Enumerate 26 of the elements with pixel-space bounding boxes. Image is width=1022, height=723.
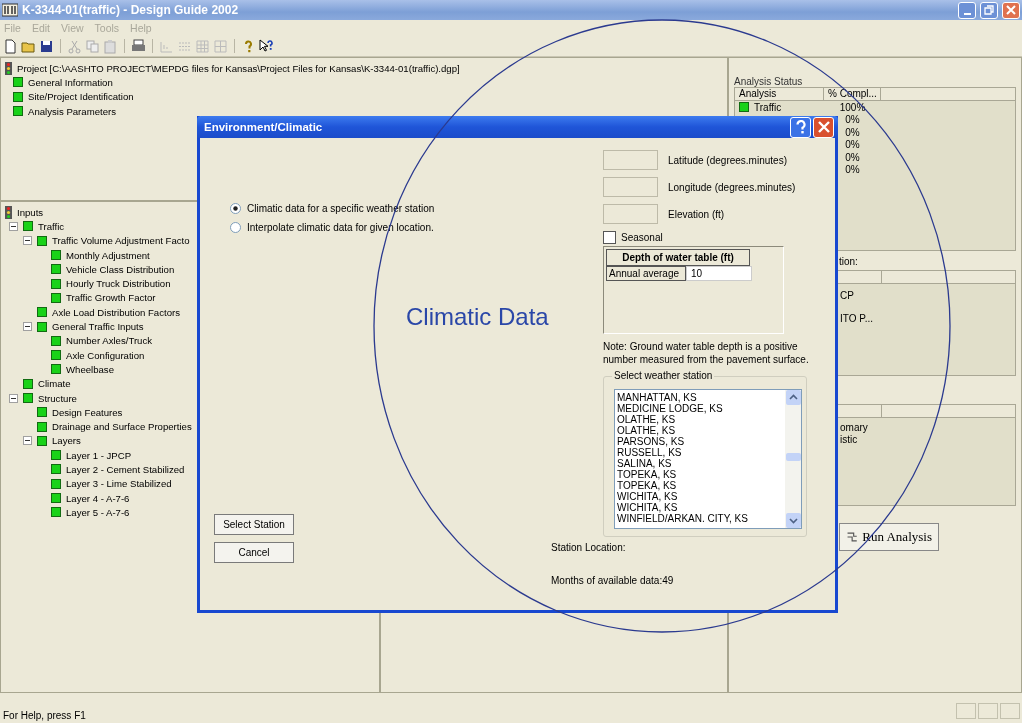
table-cell-text: istic	[839, 434, 859, 446]
field-label: Elevation (ft)	[668, 208, 725, 220]
table-cell-text: 0%	[844, 164, 861, 176]
station-location-label: Station Location:	[551, 542, 627, 553]
group-label: Select weather station	[612, 370, 715, 381]
dialog-title: Environment/Climatic	[204, 121, 324, 133]
table-cell-text: 0%	[844, 151, 861, 163]
field-label: Longitude (degrees.minutes)	[668, 181, 796, 193]
row-header: Annual average	[606, 266, 686, 281]
months-label: Months of available data:49	[551, 575, 674, 586]
table-cell-text: ITO P...	[839, 313, 874, 325]
table-cell-text: 0%	[844, 126, 861, 138]
field-label: Latitude (degrees.minutes)	[668, 154, 787, 166]
table-cell-text: 0%	[844, 114, 861, 126]
table-cell-text: 0%	[844, 139, 861, 151]
panel-label: tion:	[838, 256, 859, 268]
note-text: Note: Ground water table depth is a positive number measured from the pavement surface.	[603, 340, 810, 366]
table-cell-text: CP	[839, 290, 855, 302]
table-cell-text: omary	[839, 422, 869, 434]
status-text: For Help, press F1	[3, 710, 86, 721]
table-cell-text: 100%	[838, 101, 867, 113]
window-title: K-3344-01(traffic) - Design Guide 2002	[22, 3, 240, 17]
column-header: Depth of water table (ft)	[606, 249, 750, 266]
table-cell: Traffic	[754, 101, 782, 113]
group-label: Analysis Status	[734, 76, 804, 87]
annotation-text: Climatic Data	[406, 303, 550, 331]
